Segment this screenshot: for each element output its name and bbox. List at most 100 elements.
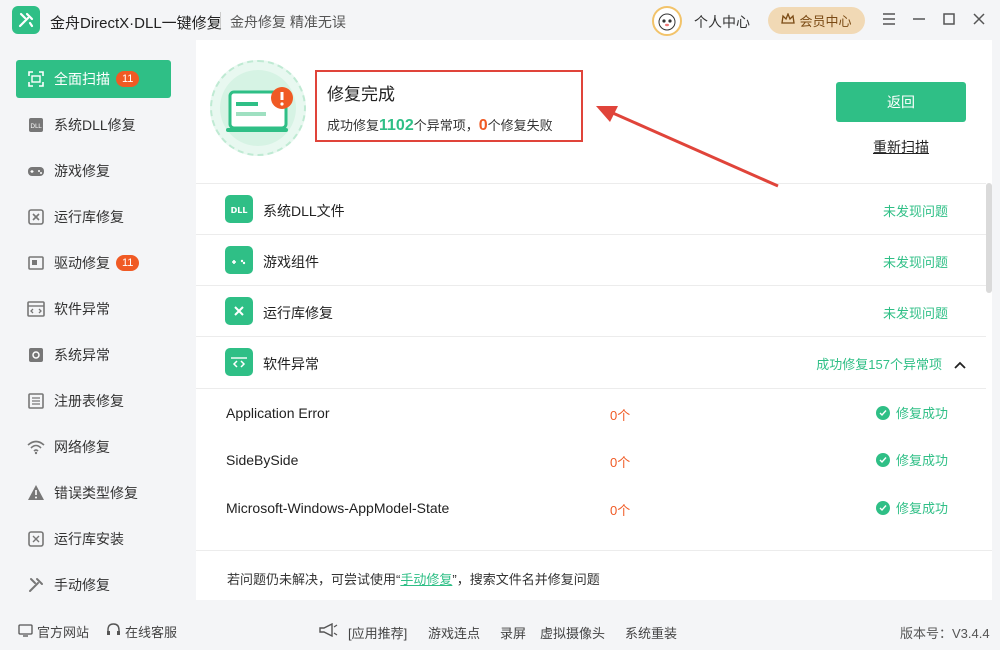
sidebar-item-driver[interactable]: 驱动修复 11 [16, 244, 171, 282]
category-name: 软件异常 [263, 356, 319, 372]
sidebar-item-manual[interactable]: 手动修复 [16, 566, 171, 604]
result-highlight-box: 修复完成 成功修复1102个异常项，0个修复失败 [315, 70, 583, 142]
vip-center-button[interactable]: 会员中心 [768, 7, 865, 34]
check-circle-icon [876, 500, 890, 515]
sub-item-name: Microsoft-Windows-AppModel-State [226, 500, 450, 516]
online-service-link[interactable]: 在线客服 [106, 622, 177, 641]
monitor-icon [18, 623, 33, 640]
category-row-runtime[interactable]: 运行库修复 未发现问题 [196, 285, 986, 336]
link-virtual-camera[interactable]: 虚拟摄像头 [540, 623, 605, 642]
minimize-icon[interactable] [910, 10, 928, 28]
app-title: 金舟DirectX·DLL一键修复 [50, 15, 222, 32]
category-row-system-dll[interactable]: DLL 系统DLL文件 未发现问题 [196, 183, 986, 234]
sidebar-item-label: 软件异常 [54, 301, 110, 317]
list-icon [26, 391, 46, 411]
link-system-reinstall[interactable]: 系统重装 [625, 623, 677, 642]
summary-mid: 个异常项， [413, 118, 479, 133]
category-row-software-error[interactable]: 软件异常 成功修复157个异常项 [196, 336, 986, 387]
sidebar-item-label: 驱动修复 [54, 255, 110, 271]
crown-icon [781, 12, 796, 28]
sidebar-item-label: 手动修复 [54, 577, 110, 593]
wifi-icon [26, 437, 46, 457]
title-separator [220, 12, 221, 28]
count-badge: 11 [116, 71, 140, 87]
app-logo-icon [12, 6, 40, 34]
dll-icon: DLL [225, 195, 253, 223]
tip-suffix: ”，搜索文件名并修复问题 [452, 572, 600, 587]
sidebar-item-system-dll[interactable]: DLL 系统DLL修复 [16, 106, 171, 144]
gamepad-icon [225, 246, 253, 274]
sidebar-item-runtime[interactable]: 运行库修复 [16, 198, 171, 236]
repair-complete-icon [210, 60, 306, 156]
sidebar-item-error-type[interactable]: 错误类型修复 [16, 474, 171, 512]
sub-item-status-label: 修复成功 [896, 406, 949, 421]
bottom-bar: 官方网站 在线客服 [应用推荐] 游戏连点 录屏 虚拟摄像头 系统重装 版本号：… [0, 610, 1000, 650]
list-item: Application Error 0个 修复成功 [196, 388, 986, 436]
avatar[interactable] [652, 6, 682, 36]
category-row-game[interactable]: 游戏组件 未发现问题 [196, 234, 986, 285]
sidebar-item-label: 运行库修复 [54, 209, 124, 225]
driver-icon [26, 253, 46, 273]
result-title: 修复完成 [327, 85, 395, 104]
sidebar-item-game[interactable]: 游戏修复 [16, 152, 171, 190]
fail-count: 0 [478, 117, 488, 134]
sidebar-item-system-error[interactable]: 系统异常 [16, 336, 171, 374]
list-item: SideBySide 0个 修复成功 [196, 436, 986, 484]
online-service-label: 在线客服 [125, 625, 178, 640]
help-tip: 若问题仍未解决，可尝试使用“手动修复”，搜索文件名并修复问题 [196, 550, 992, 600]
sub-item-status-label: 修复成功 [896, 501, 949, 516]
sub-item-status: 修复成功 [876, 450, 948, 469]
wrench-icon [26, 575, 46, 595]
gamepad-icon [26, 161, 46, 181]
sidebar-item-label: 系统DLL修复 [54, 117, 136, 133]
rescan-link[interactable]: 重新扫描 [873, 137, 929, 157]
maximize-icon[interactable] [940, 10, 958, 28]
link-auto-clicker[interactable]: 游戏连点 [428, 623, 480, 642]
list-item: Microsoft-Windows-AppModel-State 0个 修复成功 [196, 484, 986, 532]
megaphone-icon [318, 622, 338, 640]
category-status: 未发现问题 [882, 255, 948, 270]
official-website-label: 官方网站 [37, 625, 90, 640]
vip-center-label: 会员中心 [799, 14, 852, 29]
title-bar: 金舟DirectX·DLL一键修复 金舟修复 精准无误 个人中心 会员中心 [0, 0, 1000, 40]
sub-item-count: 0个 [610, 408, 631, 423]
count-badge: 11 [116, 255, 140, 271]
runtime-icon [26, 207, 46, 227]
help-tip-text: 若问题仍未解决，可尝试使用“手动修复”，搜索文件名并修复问题 [227, 569, 600, 588]
link-screen-record[interactable]: 录屏 [500, 623, 526, 642]
sidebar-item-label: 运行库安装 [54, 531, 124, 547]
sub-item-name: Application Error [226, 405, 330, 421]
user-center-link[interactable]: 个人中心 [694, 12, 750, 32]
tip-prefix: 若问题仍未解决，可尝试使用“ [227, 572, 401, 587]
dll-icon: DLL [26, 115, 46, 135]
check-circle-icon [876, 405, 890, 420]
sidebar: 全面扫描 11 DLL 系统DLL修复 游戏修复 运行库修复 驱动修复 11 软… [0, 40, 188, 600]
manual-repair-link[interactable]: 手动修复 [400, 572, 452, 587]
sidebar-item-registry[interactable]: 注册表修复 [16, 382, 171, 420]
sub-item-status-label: 修复成功 [896, 453, 949, 468]
sidebar-item-runtime-install[interactable]: 运行库安装 [16, 520, 171, 558]
install-icon [26, 529, 46, 549]
official-website-link[interactable]: 官方网站 [18, 622, 89, 641]
code-icon [26, 299, 46, 319]
sub-item-count: 0个 [610, 503, 631, 518]
sub-item-status: 修复成功 [876, 498, 948, 517]
back-button[interactable]: 返回 [836, 82, 966, 122]
category-status: 未发现问题 [882, 204, 948, 219]
svg-text:DLL: DLL [231, 206, 248, 215]
version-label: 版本号：V3.4.4 [900, 626, 990, 641]
sidebar-item-network[interactable]: 网络修复 [16, 428, 171, 466]
chevron-up-icon[interactable] [954, 356, 966, 372]
sidebar-item-label: 全面扫描 [54, 71, 110, 87]
menu-icon[interactable] [880, 10, 898, 28]
sidebar-item-software-error[interactable]: 软件异常 [16, 290, 171, 328]
category-name: 运行库修复 [263, 305, 333, 321]
result-summary: 成功修复1102个异常项，0个修复失败 [327, 115, 571, 135]
sidebar-item-full-scan[interactable]: 全面扫描 11 [16, 60, 171, 98]
close-icon[interactable] [970, 10, 988, 28]
success-count: 1102 [379, 117, 414, 134]
scrollbar[interactable] [986, 183, 992, 293]
sidebar-item-label: 网络修复 [54, 439, 110, 455]
sidebar-item-label: 游戏修复 [54, 163, 110, 179]
category-status: 未发现问题 [882, 306, 948, 321]
